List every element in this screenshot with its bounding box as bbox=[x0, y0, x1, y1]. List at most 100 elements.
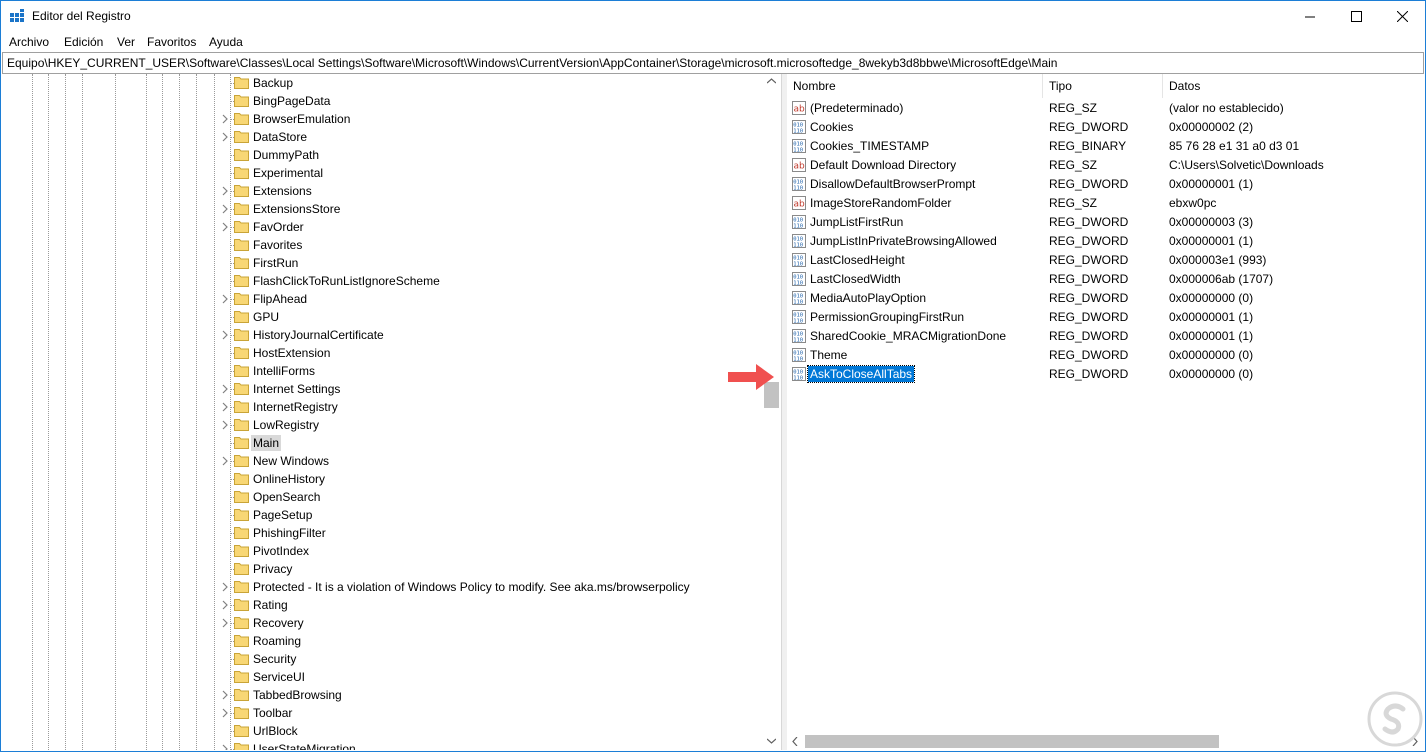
tree-node[interactable]: DataStore bbox=[220, 128, 740, 146]
tree-node[interactable]: GPU bbox=[220, 308, 740, 326]
binary-value-icon: 010110 bbox=[792, 120, 806, 134]
values-list[interactable]: Nombre Tipo Datos ab (Predeterminado) REG_… bbox=[787, 74, 1424, 750]
expand-chevron-icon[interactable] bbox=[220, 420, 230, 430]
value-row[interactable]: 010 110 SharedCookie_MRACMigrationDone REG_… bbox=[787, 327, 1424, 346]
tree-node[interactable]: PivotIndex bbox=[220, 542, 740, 560]
value-data: 0x00000000 (0) bbox=[1169, 367, 1254, 381]
tree-node[interactable]: OnlineHistory bbox=[220, 470, 740, 488]
tree-node[interactable]: UrlBlock bbox=[220, 722, 740, 740]
address-bar[interactable]: Equipo\HKEY_CURRENT_USER\Software\Classe… bbox=[2, 52, 1424, 74]
expand-chevron-icon[interactable] bbox=[220, 618, 230, 628]
tree-node-label: TabbedBrowsing bbox=[253, 688, 342, 702]
tree-node[interactable]: LowRegistry bbox=[220, 416, 740, 434]
tree-node[interactable]: ExtensionsStore bbox=[220, 200, 740, 218]
expand-chevron-icon[interactable] bbox=[220, 384, 230, 394]
tree-node[interactable]: BingPageData bbox=[220, 92, 740, 110]
value-row[interactable]: 010 110 AskToCloseAllTabs REG_DWORD 0x000000… bbox=[787, 365, 1424, 384]
tree-node[interactable]: IntelliForms bbox=[220, 362, 740, 380]
tree-node[interactable]: Protected - It is a violation of Windows… bbox=[220, 578, 740, 596]
expand-chevron-icon[interactable] bbox=[220, 582, 230, 592]
tree-node[interactable]: DummyPath bbox=[220, 146, 740, 164]
value-row[interactable]: 010 110 Theme REG_DWORD 0x00000000 (0) bbox=[787, 346, 1424, 365]
maximize-button[interactable] bbox=[1333, 1, 1379, 32]
expand-chevron-icon[interactable] bbox=[220, 330, 230, 340]
expand-chevron-icon[interactable] bbox=[220, 294, 230, 304]
expand-chevron-icon[interactable] bbox=[220, 708, 230, 718]
value-row[interactable]: 010 110 MediaAutoPlayOption REG_DWORD 0x0000… bbox=[787, 289, 1424, 308]
expand-chevron-icon[interactable] bbox=[220, 600, 230, 610]
expand-chevron-icon[interactable] bbox=[220, 456, 230, 466]
tree-node[interactable]: ServiceUI bbox=[220, 668, 740, 686]
tree-node[interactable]: Recovery bbox=[220, 614, 740, 632]
tree-node[interactable]: Privacy bbox=[220, 560, 740, 578]
tree-node[interactable]: Favorites bbox=[220, 236, 740, 254]
value-name: DisallowDefaultBrowserPrompt bbox=[810, 177, 976, 191]
tree-node[interactable]: BrowserEmulation bbox=[220, 110, 740, 128]
value-row[interactable]: ab ImageStoreRandomFolder REG_SZ ebxw0pc bbox=[787, 194, 1424, 213]
tree-node[interactable]: OpenSearch bbox=[220, 488, 740, 506]
scroll-up-icon[interactable] bbox=[767, 78, 776, 84]
expand-chevron-icon[interactable] bbox=[220, 222, 230, 232]
close-button[interactable] bbox=[1379, 1, 1425, 32]
minimize-button[interactable] bbox=[1287, 1, 1333, 32]
horizontal-scroll-thumb[interactable] bbox=[805, 735, 1219, 748]
value-row[interactable]: 010 110 DisallowDefaultBrowserPrompt REG_DW… bbox=[787, 175, 1424, 194]
tree-node[interactable]: HostExtension bbox=[220, 344, 740, 362]
tree-node[interactable]: Experimental bbox=[220, 164, 740, 182]
tree-node-label: HostExtension bbox=[253, 346, 331, 360]
expand-chevron-icon[interactable] bbox=[220, 186, 230, 196]
expand-chevron-icon[interactable] bbox=[220, 114, 230, 124]
tree-node[interactable]: UserStateMigration bbox=[220, 740, 740, 750]
menu-ayuda[interactable]: Ayuda bbox=[209, 35, 243, 49]
tree-node[interactable]: Security bbox=[220, 650, 740, 668]
folder-icon bbox=[234, 167, 249, 179]
tree-node[interactable]: Roaming bbox=[220, 632, 740, 650]
tree-node[interactable]: PhishingFilter bbox=[220, 524, 740, 542]
scroll-left-icon[interactable] bbox=[792, 737, 798, 746]
tree-node[interactable]: Internet Settings bbox=[220, 380, 740, 398]
tree-node[interactable]: InternetRegistry bbox=[220, 398, 740, 416]
value-row[interactable]: 010 110 PermissionGroupingFirstRun REG_DWOR… bbox=[787, 308, 1424, 327]
column-header-data[interactable]: Datos bbox=[1163, 74, 1423, 98]
tree-node[interactable]: FavOrder bbox=[220, 218, 740, 236]
tree-node[interactable]: PageSetup bbox=[220, 506, 740, 524]
tree-vertical-scrollbar[interactable] bbox=[763, 74, 780, 750]
tree-node[interactable]: FirstRun bbox=[220, 254, 740, 272]
column-header-name[interactable]: Nombre bbox=[787, 74, 1043, 98]
tree-node[interactable]: Main bbox=[220, 434, 740, 452]
expand-chevron-icon[interactable] bbox=[220, 744, 230, 750]
column-header-type[interactable]: Tipo bbox=[1043, 74, 1163, 98]
value-row[interactable]: 010 110 Cookies REG_DWORD 0x00000002 (2) bbox=[787, 118, 1424, 137]
tree-node[interactable]: New Windows bbox=[220, 452, 740, 470]
tree-node[interactable]: TabbedBrowsing bbox=[220, 686, 740, 704]
key-tree[interactable]: Backup BingPageData BrowserEmulation DataSt… bbox=[2, 74, 781, 750]
tree-node[interactable]: Rating bbox=[220, 596, 740, 614]
tree-guide-line bbox=[32, 74, 33, 750]
tree-node[interactable]: FlipAhead bbox=[220, 290, 740, 308]
value-row[interactable]: 010 110 LastClosedHeight REG_DWORD 0x000003e… bbox=[787, 251, 1424, 270]
expand-chevron-icon[interactable] bbox=[220, 402, 230, 412]
folder-icon bbox=[234, 671, 249, 683]
expand-chevron-icon[interactable] bbox=[220, 204, 230, 214]
tree-node[interactable]: HistoryJournalCertificate bbox=[220, 326, 740, 344]
value-row[interactable]: 010 110 JumpListInPrivateBrowsingAllowed RE… bbox=[787, 232, 1424, 251]
menu-archivo[interactable]: Archivo bbox=[9, 35, 49, 49]
value-row[interactable]: 010 110 Cookies_TIMESTAMP REG_BINARY 85 76 2… bbox=[787, 137, 1424, 156]
menu-favoritos[interactable]: Favoritos bbox=[147, 35, 196, 49]
tree-node[interactable]: Extensions bbox=[220, 182, 740, 200]
menu-edicion[interactable]: Edición bbox=[64, 35, 103, 49]
values-horizontal-scrollbar[interactable] bbox=[787, 733, 1424, 750]
tree-guide-line bbox=[48, 74, 49, 750]
scroll-down-icon[interactable] bbox=[767, 738, 776, 744]
value-row[interactable]: 010 110 LastClosedWidth REG_DWORD 0x000006ab… bbox=[787, 270, 1424, 289]
menu-ver[interactable]: Ver bbox=[117, 35, 135, 49]
value-row[interactable]: ab Default Download Directory REG_SZ C:\Use… bbox=[787, 156, 1424, 175]
expand-chevron-icon[interactable] bbox=[220, 690, 230, 700]
tree-node[interactable]: FlashClickToRunListIgnoreScheme bbox=[220, 272, 740, 290]
expand-chevron-icon[interactable] bbox=[220, 132, 230, 142]
value-name: AskToCloseAllTabs bbox=[806, 365, 916, 383]
tree-node[interactable]: Backup bbox=[220, 74, 740, 92]
value-row[interactable]: 010 110 JumpListFirstRun REG_DWORD 0x0000000… bbox=[787, 213, 1424, 232]
value-row[interactable]: ab (Predeterminado) REG_SZ (valor no establ… bbox=[787, 99, 1424, 118]
tree-node[interactable]: Toolbar bbox=[220, 704, 740, 722]
